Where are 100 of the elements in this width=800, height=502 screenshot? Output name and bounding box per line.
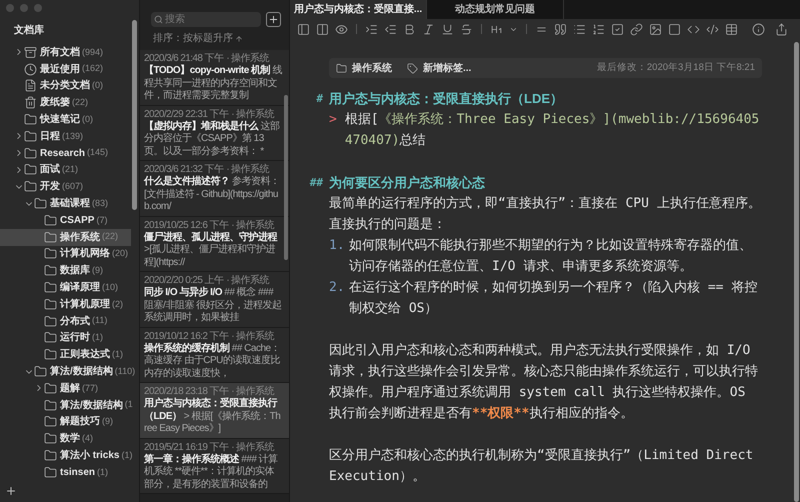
item-count: (139) [62, 130, 84, 143]
item-label: 所有文档 [40, 46, 80, 60]
split-view-icon[interactable] [316, 22, 329, 36]
numbered-list-icon[interactable] [592, 22, 605, 36]
note-preview: 第一章：操作系统概述 ### 计算机系统 **硬件**：计算机的实体部分，是有形的装置和设备的 [144, 454, 279, 491]
sidebar-item[interactable]: 面试 (21) [0, 162, 131, 178]
document-icon [24, 79, 37, 92]
note-folder: · 操作系统 [231, 220, 274, 231]
paragraph: 区分用户态和核心态的执行机制称为“受限直接执行”（Limited Direct Execution）。 [329, 447, 754, 486]
quote-icon[interactable] [554, 22, 567, 36]
new-note-button[interactable] [266, 12, 281, 27]
list-number: 2. [329, 279, 346, 297]
folder-icon [336, 62, 347, 74]
item-count: (21) [62, 163, 78, 176]
panel-left-icon[interactable] [297, 22, 310, 36]
code-block-icon[interactable] [706, 22, 719, 36]
search-field[interactable]: 搜索 [151, 12, 261, 27]
list-number: 1. [329, 237, 346, 255]
arrow-up-icon[interactable] [235, 34, 243, 42]
strikethrough-icon[interactable] [460, 22, 473, 36]
italic-icon[interactable] [422, 22, 435, 36]
sidebar-item[interactable]: 分布式 (11) [0, 312, 131, 330]
note-preview: 【TODO】copy-on-write 机制 线程共享同一进程的内存空间和文件，而进程需要完整复制 [144, 65, 282, 102]
folder-icon [44, 298, 57, 311]
note-card[interactable]: 2020/2/29 22:31 下午 · 操作系统 【虚拟内存】堆和栈是什么 这部分内容位于《CSAPP》第 13 页。以及一部分参考资料： * [140, 106, 289, 161]
folder-icon [24, 130, 37, 143]
add-tag-field[interactable]: 新增标签... [423, 60, 472, 76]
bold-icon[interactable] [403, 22, 416, 36]
tag-icon [407, 62, 418, 74]
sidebar-item[interactable]: tsinsen (1) [0, 464, 131, 480]
note-card[interactable]: 2019/10/25 12:6 下午 · 操作系统 僵尸进程、孤儿进程、守护进程 >[孤儿进程、僵尸进程和守护进程](https:// [140, 216, 289, 272]
sidebar-item[interactable]: 操作系统 (22) [0, 228, 131, 246]
folder-icon [44, 331, 57, 344]
sidebar-item[interactable]: 所有文档 (994) [0, 44, 131, 61]
note-date: 2020/2/18 23:18 下午 [144, 386, 228, 397]
item-label: 日程 [40, 130, 60, 144]
sidebar-item[interactable]: 计算机原理 (2) [0, 296, 131, 313]
sidebar-item[interactable]: 快速笔记 (0) [0, 111, 131, 128]
sidebar-item[interactable]: 算法/数据结构 (1 [0, 396, 131, 414]
clock-icon [24, 62, 37, 76]
sidebar-item[interactable]: 日程 (139) [0, 128, 131, 145]
sidebar-item[interactable]: 基础课程 (83) [0, 195, 131, 212]
sidebar-item[interactable]: 废纸篓 (22) [0, 94, 131, 112]
image-icon[interactable] [649, 22, 662, 36]
note-folder-label[interactable]: 操作系统 [352, 60, 392, 76]
note-date: 2020/3/6 21:32 下午 [144, 164, 224, 176]
sidebar-item[interactable]: 编译原理 (10) [0, 279, 131, 296]
scrollbar[interactable] [284, 95, 288, 260]
note-date: 2019/10/25 12:6 下午 [144, 220, 228, 232]
item-count: (1) [121, 448, 132, 462]
sort-label[interactable]: 排序：按标题升序 [153, 31, 233, 46]
preview-icon[interactable] [335, 22, 348, 36]
item-label: 题解 [60, 382, 80, 396]
item-count: (9) [102, 415, 113, 428]
item-label: 计算机原理 [60, 298, 110, 312]
sidebar-item[interactable]: 解题技巧 (9) [0, 414, 131, 430]
item-label: 最近使用 [40, 62, 80, 77]
frame-icon[interactable] [668, 22, 681, 36]
scrollbar[interactable] [132, 20, 137, 210]
indent-icon[interactable] [365, 22, 378, 36]
link-icon[interactable] [630, 22, 643, 36]
sidebar-item[interactable]: 运行时 (1) [0, 330, 131, 346]
share-icon[interactable] [775, 22, 788, 36]
checkbox-icon[interactable] [611, 22, 624, 36]
note-card[interactable]: 2020/2/20 0:25 上午 · 操作系统 同步 I/O 与异步 I/O ## 概念 ### 阻塞/非阻塞 很好区分，进程发起系统调用时，如果被挂 [140, 272, 289, 328]
note-card[interactable]: 2019/5/21 16:19 下午 · 操作系统 第一章：操作系统概述 ### 计算机系统 **硬件**：计算机的实体部分，是有形的装置和设备的 [140, 438, 289, 494]
tab[interactable]: 用户态与内核态：受限直接... [290, 0, 427, 19]
info-icon[interactable] [752, 22, 765, 36]
sidebar-item[interactable]: 数学 (4) [0, 430, 131, 448]
sidebar-item[interactable]: 正则表达式 (1) [0, 346, 131, 364]
note-folder: · 操作系统 [226, 164, 269, 176]
note-card[interactable]: 2020/3/6 21:48 下午 · 操作系统 【TODO】copy-on-write 机制 线程共享同一进程的内存空间和文件，而进程需要完整复制 [140, 50, 289, 106]
sidebar-item[interactable]: CSAPP (7) [0, 212, 131, 229]
scrollbar[interactable] [794, 42, 799, 502]
sidebar-item[interactable]: Research (145) [0, 144, 131, 162]
item-count: (4) [82, 432, 93, 445]
sidebar-item[interactable]: 未分类文档 (0) [0, 78, 131, 94]
item-count: (1) [97, 466, 108, 479]
sidebar-item[interactable]: 计算机网络 (20) [0, 246, 131, 262]
table-icon[interactable] [725, 22, 738, 36]
folder-icon [44, 466, 57, 479]
underline-icon[interactable] [441, 22, 454, 36]
note-date: 2020/3/6 21:48 下午 [144, 53, 224, 64]
note-card[interactable]: 2020/3/6 21:32 下午 · 操作系统 什么是文件描述符？ 参考资料：[文件描述符 - Github](https://github.com/ [140, 161, 289, 216]
item-count: (10) [102, 280, 118, 294]
note-card[interactable]: 2020/2/18 23:18 下午 · 操作系统 用户态与内核态：受限直接执行（LDE） > 根据[《操作系统：Three Easy Pieces》] [140, 383, 289, 438]
sidebar-item[interactable]: 开发 (607) [0, 178, 131, 196]
note-card[interactable]: 2019/10/12 16:2 下午 · 操作系统 操作系统的缓存机制 ## Cache：高速缓存 由于CPU的读取速度比内存的读取速度快， [140, 328, 289, 383]
item-label: 快速笔记 [40, 112, 80, 128]
sidebar-item[interactable]: 题解 (77) [0, 380, 131, 397]
sidebar-item[interactable]: 数据库 (9) [0, 262, 131, 280]
item-label: 开发 [40, 180, 60, 194]
sidebar-item[interactable]: 算法小 tricks (1) [0, 447, 131, 464]
heading-text: 用户态与内核态：受限直接执行（LDE） [329, 90, 563, 108]
sidebar-item[interactable]: 最近使用 (162) [0, 60, 131, 78]
item-count: (22) [72, 96, 88, 110]
outdent-icon[interactable] [384, 22, 397, 36]
paragraph: 因此引入用户态和核心态和两种模式。用户态无法执行受限操作，如 I/O 请求，执行这些操作会引发异常。核心态只能由操作系统运行，可以执行特权操作。用户程序通过系统调用 system call 执行这些特权操作。OS 执行前会判断进程是否有**权限**执行相应的指令。 [329, 342, 759, 423]
add-icon[interactable] [5, 485, 17, 497]
quote-text: 根据[《操作系统：Three Easy Pieces》](mweblib://15696405470407)总结 [344, 111, 760, 150]
